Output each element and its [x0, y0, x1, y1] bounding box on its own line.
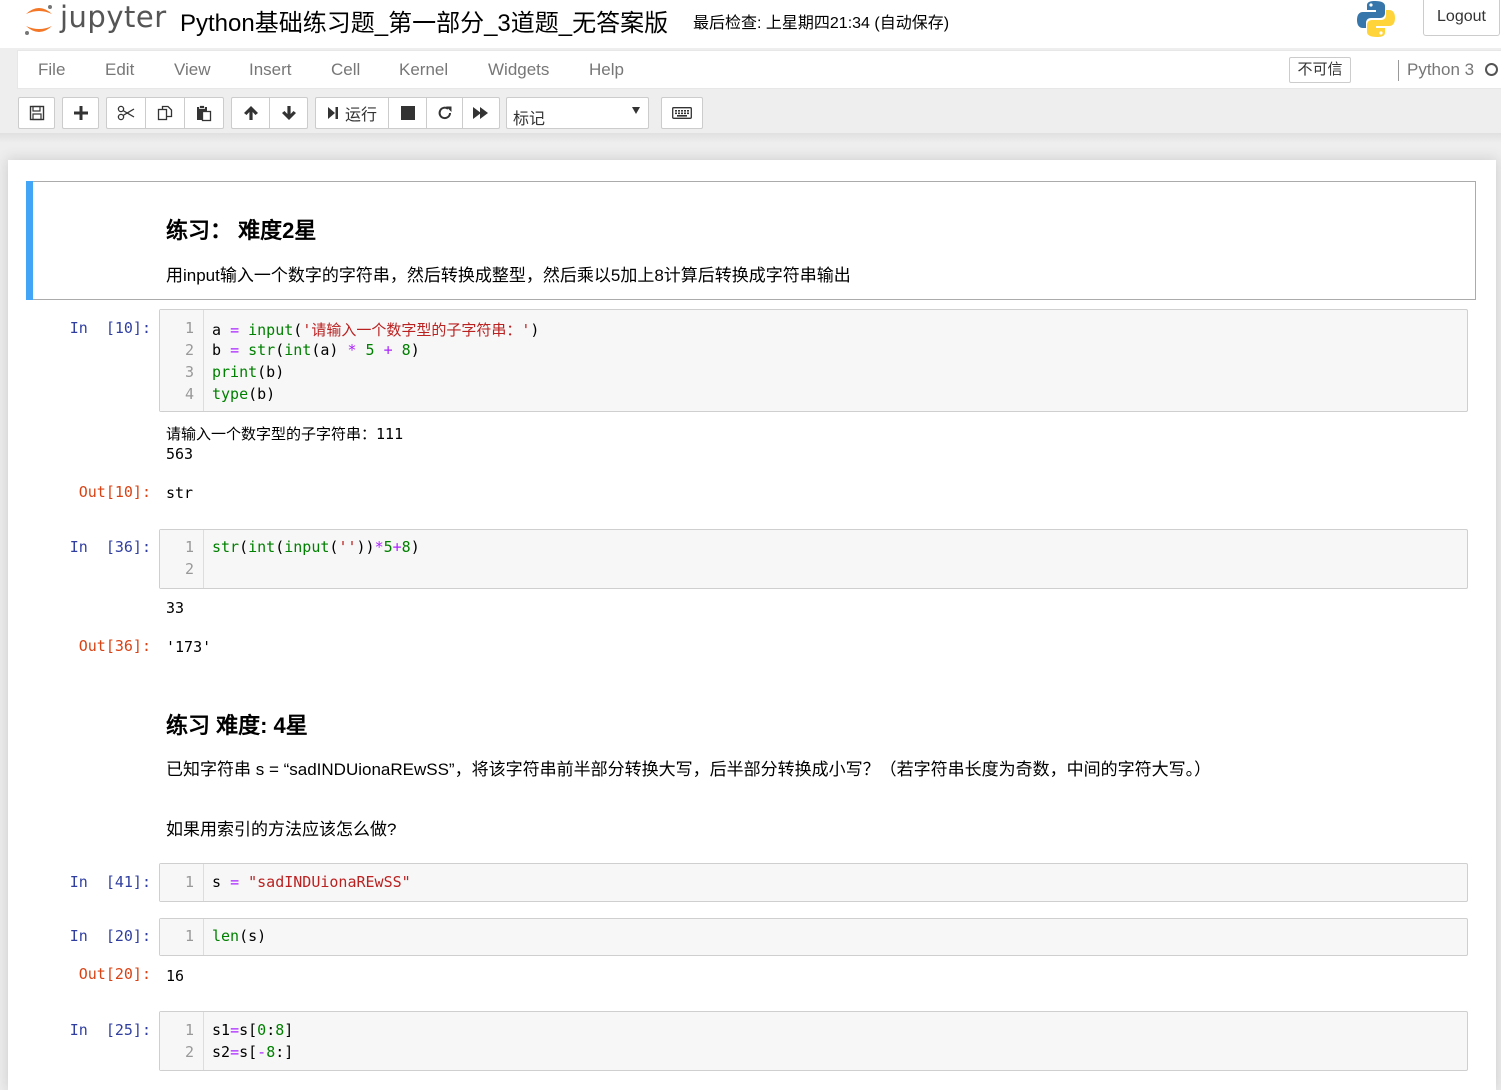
- execute-result: str: [166, 484, 194, 502]
- menu-edit[interactable]: Edit: [105, 60, 134, 80]
- stream-output-line: 563: [166, 445, 194, 463]
- cell-type-select[interactable]: 标记: [506, 97, 649, 129]
- code-line: len(s): [212, 927, 267, 945]
- input-prompt: In [20]:: [69, 927, 151, 945]
- output-prompt: Out[20]:: [78, 965, 151, 983]
- logout-button[interactable]: Logout: [1423, 0, 1500, 36]
- restart-button[interactable]: [426, 97, 463, 129]
- paste-button[interactable]: [184, 97, 224, 129]
- line-number: 1: [184, 538, 194, 556]
- menu-cell[interactable]: Cell: [331, 60, 360, 80]
- code-input[interactable]: 1 s1=s[0:8] 2 s2=s[-8:]: [159, 1011, 1468, 1071]
- code-line: a = input('请输入一个数字型的子字符串：'): [212, 321, 540, 339]
- menu-view[interactable]: View: [174, 60, 211, 80]
- line-number: 1: [184, 927, 194, 945]
- line-number: 1: [184, 319, 194, 337]
- code-line: s2=s[-8:]: [212, 1043, 294, 1061]
- refresh-icon: [438, 106, 451, 120]
- kernel-separator: [1398, 60, 1399, 81]
- line-number: 4: [184, 385, 194, 403]
- copy-icon: [157, 105, 173, 120]
- notebook-title[interactable]: Python基础练习题_第一部分_3道题_无答案版: [180, 3, 668, 38]
- command-palette-button[interactable]: [661, 97, 703, 129]
- copy-button[interactable]: [145, 97, 185, 129]
- stream-output-line: 请输入一个数字型的子字符串：111: [166, 425, 404, 443]
- dropdown-caret-icon: [632, 107, 640, 114]
- menu-kernel[interactable]: Kernel: [399, 60, 448, 80]
- markdown-text: 用input输入一个数字的字符串，然后转换成整型，然后乘以5加上8计算后转换成字…: [166, 266, 851, 285]
- code-line: s = "sadINDUionaREwSS": [212, 873, 411, 891]
- code-input[interactable]: 1 a = input('请输入一个数字型的子字符串：') 2 b = str(int…: [159, 309, 1468, 412]
- move-up-button[interactable]: [231, 97, 270, 129]
- code-line: b = str(int(a) * 5 + 8): [212, 341, 420, 359]
- code-line: str(int(input(''))*5+8): [212, 538, 420, 556]
- arrow-up-icon: [243, 106, 258, 120]
- toolbar-shadow: [0, 133, 1501, 143]
- line-number: 2: [184, 560, 194, 578]
- cut-button[interactable]: [106, 97, 146, 129]
- cell-type-value: 标记: [513, 111, 546, 128]
- markdown-heading: 练习： 难度2星: [166, 218, 317, 243]
- python-logo-icon: [1356, 0, 1396, 38]
- code-line: type(b): [212, 385, 276, 403]
- input-prompt: In [41]:: [69, 873, 151, 891]
- execute-result: 16: [166, 967, 185, 985]
- menubar: File Edit View Insert Cell Kernel Widget…: [17, 50, 1501, 89]
- run-button[interactable]: 运行: [315, 97, 389, 129]
- markdown-heading: 练习 难度: 4星: [166, 713, 308, 738]
- execute-result: '173': [166, 638, 212, 656]
- code-input[interactable]: 1 len(s): [159, 918, 1468, 956]
- menu-file[interactable]: File: [38, 60, 65, 80]
- fast-forward-icon: [473, 107, 488, 119]
- trust-button[interactable]: 不可信: [1289, 57, 1351, 83]
- menu-widgets[interactable]: Widgets: [488, 60, 549, 80]
- arrow-down-icon: [281, 106, 296, 120]
- markdown-text: 已知字符串 s = “sadINDUionaREwSS”，将该字符串前半部分转换…: [166, 760, 1212, 779]
- line-number: 3: [184, 363, 194, 381]
- step-forward-icon: [327, 107, 338, 119]
- output-prompt: Out[36]:: [78, 637, 151, 655]
- paste-icon: [197, 104, 212, 121]
- input-prompt: In [36]:: [69, 538, 151, 556]
- restart-run-all-button[interactable]: [462, 97, 500, 129]
- checkpoint-status: 最后检查: 上星期四21:34 (自动保存): [693, 15, 950, 32]
- kernel-name[interactable]: Python 3: [1407, 60, 1474, 80]
- input-prompt: In [25]:: [69, 1021, 151, 1039]
- output-prompt: Out[10]:: [78, 483, 151, 501]
- line-number: 2: [184, 1043, 194, 1061]
- keyboard-icon: [672, 107, 692, 119]
- save-button[interactable]: [18, 97, 55, 129]
- code-line: s1=s[0:8]: [212, 1021, 294, 1039]
- jupyter-logo[interactable]: jupyter: [22, 0, 172, 36]
- stream-output-line: 33: [166, 599, 185, 617]
- menu-help[interactable]: Help: [589, 60, 624, 80]
- insert-cell-button[interactable]: [62, 97, 99, 129]
- line-number: 1: [184, 873, 194, 891]
- menu-insert[interactable]: Insert: [249, 60, 292, 80]
- save-icon: [29, 105, 44, 121]
- plus-icon: [73, 106, 88, 120]
- code-line: print(b): [212, 363, 285, 381]
- stop-icon: [400, 106, 415, 120]
- interrupt-button[interactable]: [388, 97, 427, 129]
- jupyter-logo-text: jupyter: [60, 0, 167, 34]
- kernel-idle-icon: [1485, 63, 1498, 76]
- jupyter-logo-icon: [25, 5, 52, 35]
- cell-selection-bar: [26, 181, 33, 300]
- scissors-icon: [117, 105, 135, 121]
- move-down-button[interactable]: [269, 97, 308, 129]
- input-prompt: In [10]:: [69, 319, 151, 337]
- markdown-text: 如果用索引的方法应该怎么做?: [166, 820, 397, 839]
- run-button-label: 运行: [344, 107, 377, 124]
- code-input[interactable]: 1 str(int(input(''))*5+8) 2: [159, 529, 1468, 589]
- header: jupyter Python基础练习题_第一部分_3道题_无答案版 最后检查: …: [0, 0, 1501, 48]
- code-input[interactable]: 1 s = "sadINDUionaREwSS": [159, 863, 1468, 902]
- line-number: 2: [184, 341, 194, 359]
- line-number: 1: [184, 1021, 194, 1039]
